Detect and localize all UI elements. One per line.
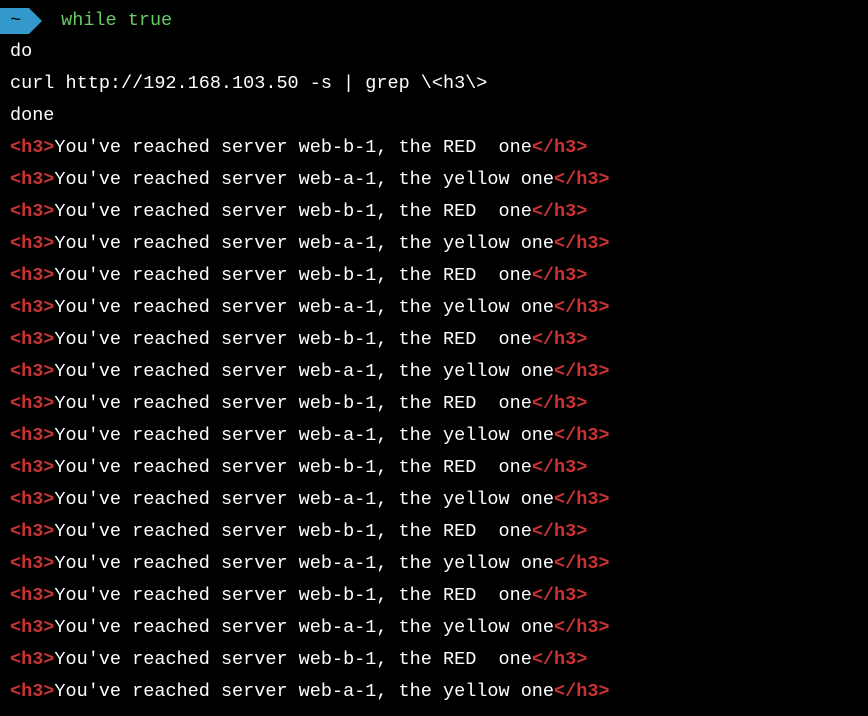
h3-close-tag: </h3>	[554, 681, 610, 702]
output-body: You've reached server web-b-1, the RED o…	[54, 649, 531, 670]
output-body: You've reached server web-b-1, the RED o…	[54, 457, 531, 478]
h3-open-tag: <h3>	[10, 489, 54, 510]
h3-open-tag: <h3>	[10, 521, 54, 542]
h3-close-tag: </h3>	[532, 329, 588, 350]
output-line: <h3>You've reached server web-a-1, the y…	[0, 292, 868, 324]
h3-close-tag: </h3>	[554, 169, 610, 190]
h3-close-tag: </h3>	[554, 233, 610, 254]
output-line: <h3>You've reached server web-a-1, the y…	[0, 228, 868, 260]
h3-close-tag: </h3>	[554, 617, 610, 638]
h3-open-tag: <h3>	[10, 233, 54, 254]
output-line: <h3>You've reached server web-b-1, the R…	[0, 132, 868, 164]
output-line: <h3>You've reached server web-a-1, the y…	[0, 420, 868, 452]
h3-close-tag: </h3>	[532, 393, 588, 414]
prompt-badge: ~	[0, 8, 29, 34]
output-body: You've reached server web-a-1, the yello…	[54, 361, 554, 382]
h3-open-tag: <h3>	[10, 553, 54, 574]
h3-open-tag: <h3>	[10, 425, 54, 446]
output-body: You've reached server web-a-1, the yello…	[54, 233, 554, 254]
h3-open-tag: <h3>	[10, 137, 54, 158]
output-line: <h3>You've reached server web-b-1, the R…	[0, 196, 868, 228]
h3-close-tag: </h3>	[554, 297, 610, 318]
command-curl[interactable]: curl http://192.168.103.50 -s | grep \<h…	[0, 68, 868, 100]
h3-open-tag: <h3>	[10, 361, 54, 382]
output-line: <h3>You've reached server web-a-1, the y…	[0, 612, 868, 644]
h3-close-tag: </h3>	[532, 585, 588, 606]
output-body: You've reached server web-b-1, the RED o…	[54, 585, 531, 606]
prompt-line[interactable]: ~ while true	[0, 6, 868, 36]
h3-open-tag: <h3>	[10, 681, 54, 702]
output-body: You've reached server web-b-1, the RED o…	[54, 137, 531, 158]
h3-open-tag: <h3>	[10, 585, 54, 606]
h3-open-tag: <h3>	[10, 393, 54, 414]
h3-close-tag: </h3>	[532, 649, 588, 670]
output-body: You've reached server web-b-1, the RED o…	[54, 393, 531, 414]
output-line: <h3>You've reached server web-b-1, the R…	[0, 580, 868, 612]
output-line: <h3>You've reached server web-a-1, the y…	[0, 548, 868, 580]
keyword-while: while	[61, 10, 117, 31]
h3-open-tag: <h3>	[10, 169, 54, 190]
h3-close-tag: </h3>	[532, 201, 588, 222]
output-line: <h3>You've reached server web-b-1, the R…	[0, 516, 868, 548]
h3-open-tag: <h3>	[10, 649, 54, 670]
h3-open-tag: <h3>	[10, 457, 54, 478]
output-body: You've reached server web-a-1, the yello…	[54, 169, 554, 190]
h3-close-tag: </h3>	[532, 457, 588, 478]
command-done[interactable]: done	[0, 100, 868, 132]
output-line: <h3>You've reached server web-b-1, the R…	[0, 388, 868, 420]
output-body: You've reached server web-b-1, the RED o…	[54, 329, 531, 350]
prompt-command: while true	[61, 5, 172, 37]
h3-close-tag: </h3>	[532, 137, 588, 158]
output-body: You've reached server web-b-1, the RED o…	[54, 521, 531, 542]
h3-close-tag: </h3>	[554, 553, 610, 574]
output-line: <h3>You've reached server web-a-1, the y…	[0, 356, 868, 388]
h3-open-tag: <h3>	[10, 617, 54, 638]
output-body: You've reached server web-a-1, the yello…	[54, 489, 554, 510]
command-do[interactable]: do	[0, 36, 868, 68]
h3-open-tag: <h3>	[10, 265, 54, 286]
output-line: <h3>You've reached server web-b-1, the R…	[0, 644, 868, 676]
h3-close-tag: </h3>	[554, 489, 610, 510]
h3-close-tag: </h3>	[532, 521, 588, 542]
output-body: You've reached server web-a-1, the yello…	[54, 425, 554, 446]
h3-close-tag: </h3>	[554, 361, 610, 382]
output-line: <h3>You've reached server web-a-1, the y…	[0, 484, 868, 516]
output-body: You've reached server web-a-1, the yello…	[54, 297, 554, 318]
output-body: You've reached server web-a-1, the yello…	[54, 681, 554, 702]
h3-close-tag: </h3>	[532, 265, 588, 286]
output-line: <h3>You've reached server web-b-1, the R…	[0, 452, 868, 484]
h3-open-tag: <h3>	[10, 297, 54, 318]
output-line: <h3>You've reached server web-a-1, the y…	[0, 164, 868, 196]
output-line: <h3>You've reached server web-b-1, the R…	[0, 260, 868, 292]
output-line: <h3>You've reached server web-b-1, the R…	[0, 324, 868, 356]
h3-open-tag: <h3>	[10, 329, 54, 350]
output-line: <h3>You've reached server web-a-1, the y…	[0, 676, 868, 708]
h3-close-tag: </h3>	[554, 425, 610, 446]
output-body: You've reached server web-a-1, the yello…	[54, 553, 554, 574]
terminal-output: <h3>You've reached server web-b-1, the R…	[0, 132, 868, 708]
h3-open-tag: <h3>	[10, 201, 54, 222]
output-body: You've reached server web-a-1, the yello…	[54, 617, 554, 638]
output-body: You've reached server web-b-1, the RED o…	[54, 201, 531, 222]
prompt-dir: ~	[10, 5, 21, 37]
keyword-true: true	[128, 10, 172, 31]
output-body: You've reached server web-b-1, the RED o…	[54, 265, 531, 286]
